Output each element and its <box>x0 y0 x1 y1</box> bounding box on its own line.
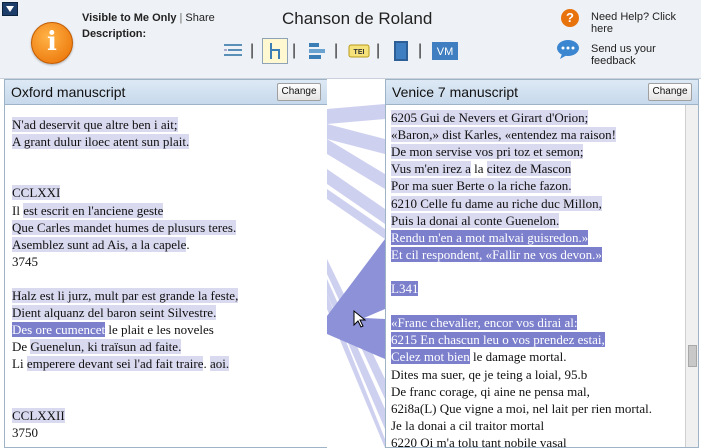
help-icon[interactable]: ? <box>561 9 579 27</box>
text-line[interactable]: 3745 <box>12 253 38 270</box>
align-view-icon[interactable] <box>304 38 330 64</box>
text-line[interactable]: 6220 Qi m'a tolu tant nobile vasal <box>391 434 567 447</box>
text-line[interactable]: N'ad deservit que altre ben i ait; <box>12 116 178 133</box>
panel-header: Venice 7 manuscript Change <box>386 80 698 105</box>
text-line[interactable]: De mon servise vos pri toz et semon; <box>391 143 584 160</box>
toolbar-divider: | <box>334 42 339 59</box>
book-icon[interactable] <box>388 38 414 64</box>
svg-text:VM: VM <box>437 46 454 58</box>
text-line[interactable]: 62i8a(L) Que vigne a moi, nel lait per r… <box>391 400 652 417</box>
text-line[interactable]: Halz est li jurz, mult par est grande la… <box>12 287 239 304</box>
scrollbar[interactable] <box>685 105 698 447</box>
text-line[interactable]: 6210 Celle fu dame au riche duc Millon, <box>391 195 602 212</box>
text-line[interactable]: De Guenelun, ki traïsun ad faite. <box>12 338 182 355</box>
description-label: Description: <box>82 28 147 40</box>
text-line[interactable]: A grant dulur iloec atent sun plait. <box>12 133 190 150</box>
text-line[interactable]: 6205 Gui de Nevers et Girart d'Orion; <box>391 109 589 126</box>
oxford-panel: Oxford manuscript Change N'ad deservit q… <box>4 79 328 448</box>
top-bar: i Visible to Me Only | Share Description: … <box>0 0 701 79</box>
text-line[interactable]: CCLXXI <box>12 184 61 201</box>
text-line[interactable]: Que Carles mandet humes de plusurs teres… <box>12 219 237 236</box>
text-line[interactable]: L341 <box>391 280 419 297</box>
text-line[interactable]: Et cil respondent, «Fallir ne vos devon.… <box>391 246 602 263</box>
text-line[interactable]: Dites ma suer, qe je teing a loial, 95.b <box>391 366 587 383</box>
toolbar-divider: | <box>292 42 297 59</box>
vm-icon[interactable]: VM <box>430 38 460 64</box>
help-link[interactable]: Need Help? Click here <box>591 11 701 35</box>
alignment-connector <box>327 79 385 448</box>
text-line[interactable]: Il est escrit en l'anciene geste <box>12 202 164 219</box>
tei-icon[interactable]: TEI <box>346 38 372 64</box>
share-link[interactable]: Share <box>185 12 214 24</box>
text-line[interactable]: Rendu m'en a mot malvai guisredon.» <box>391 229 589 246</box>
panel-title: Venice 7 manuscript <box>392 84 519 100</box>
text-line[interactable]: Vus m'en irez a la citez de Mascon <box>391 160 572 177</box>
text-line[interactable]: Li emperere devant sei l'ad fait traire.… <box>12 355 230 372</box>
svg-text:TEI: TEI <box>354 49 365 56</box>
text-line[interactable]: «Franc chevalier, encor vos dirai al: <box>391 314 578 331</box>
text-line[interactable]: Puis la donai al conte Guenelon. <box>391 212 560 229</box>
tree-view-icon[interactable] <box>262 38 288 64</box>
collapse-menu-button[interactable] <box>2 2 18 16</box>
feedback-link[interactable]: Send us your feedback <box>591 43 701 67</box>
info-icon[interactable]: i <box>31 22 73 64</box>
text-line[interactable]: Des ore cumencet le plait e les noveles <box>12 321 214 338</box>
text-line[interactable]: De franc corage, qi aine ne pensa mal, <box>391 383 590 400</box>
visibility-row: Visible to Me Only | Share <box>82 12 215 24</box>
toolbar-divider: | <box>250 42 255 59</box>
venice-panel: Venice 7 manuscript Change 6205 Gui de N… <box>385 79 699 448</box>
feedback-icon[interactable] <box>556 38 580 60</box>
text-line[interactable]: «Baron,» dist Karles, «entendez ma raiso… <box>391 126 616 143</box>
text-line[interactable]: CCLXXII <box>12 407 65 424</box>
text-line[interactable]: 3750 <box>12 424 38 441</box>
list-view-icon[interactable] <box>220 38 246 64</box>
text-line[interactable]: Asemblez sunt ad Ais, a la capele. <box>12 236 190 253</box>
text-line[interactable]: Dient alquanz del baron seint Silvestre. <box>12 304 217 321</box>
manuscript-text: 6205 Gui de Nevers et Girart d'Orion; «Ba… <box>386 105 698 447</box>
change-button[interactable]: Change <box>648 83 692 101</box>
text-line[interactable]: Por ma suer Berte o la riche fazon. <box>391 177 572 194</box>
text-line[interactable]: Celez mot bien le damage mortal. <box>391 348 566 365</box>
visibility-label[interactable]: Visible to Me Only <box>82 12 177 24</box>
view-toolbar: | | | TEI | | VM <box>220 38 500 66</box>
page-title: Chanson de Roland <box>282 9 433 28</box>
toolbar-divider: | <box>418 42 423 59</box>
panel-title: Oxford manuscript <box>11 84 126 100</box>
toolbar-divider: | <box>376 42 381 59</box>
text-line[interactable]: 6215 En chascun leu o vos prendez estai, <box>391 331 605 348</box>
change-button[interactable]: Change <box>277 83 321 101</box>
text-line[interactable]: Je la donai a cil traitor mortal <box>391 417 544 434</box>
panel-header: Oxford manuscript Change <box>5 80 327 105</box>
scrollbar-thumb[interactable] <box>688 345 697 367</box>
manuscript-text: N'ad deservit que altre ben i ait; A gran… <box>5 105 327 447</box>
